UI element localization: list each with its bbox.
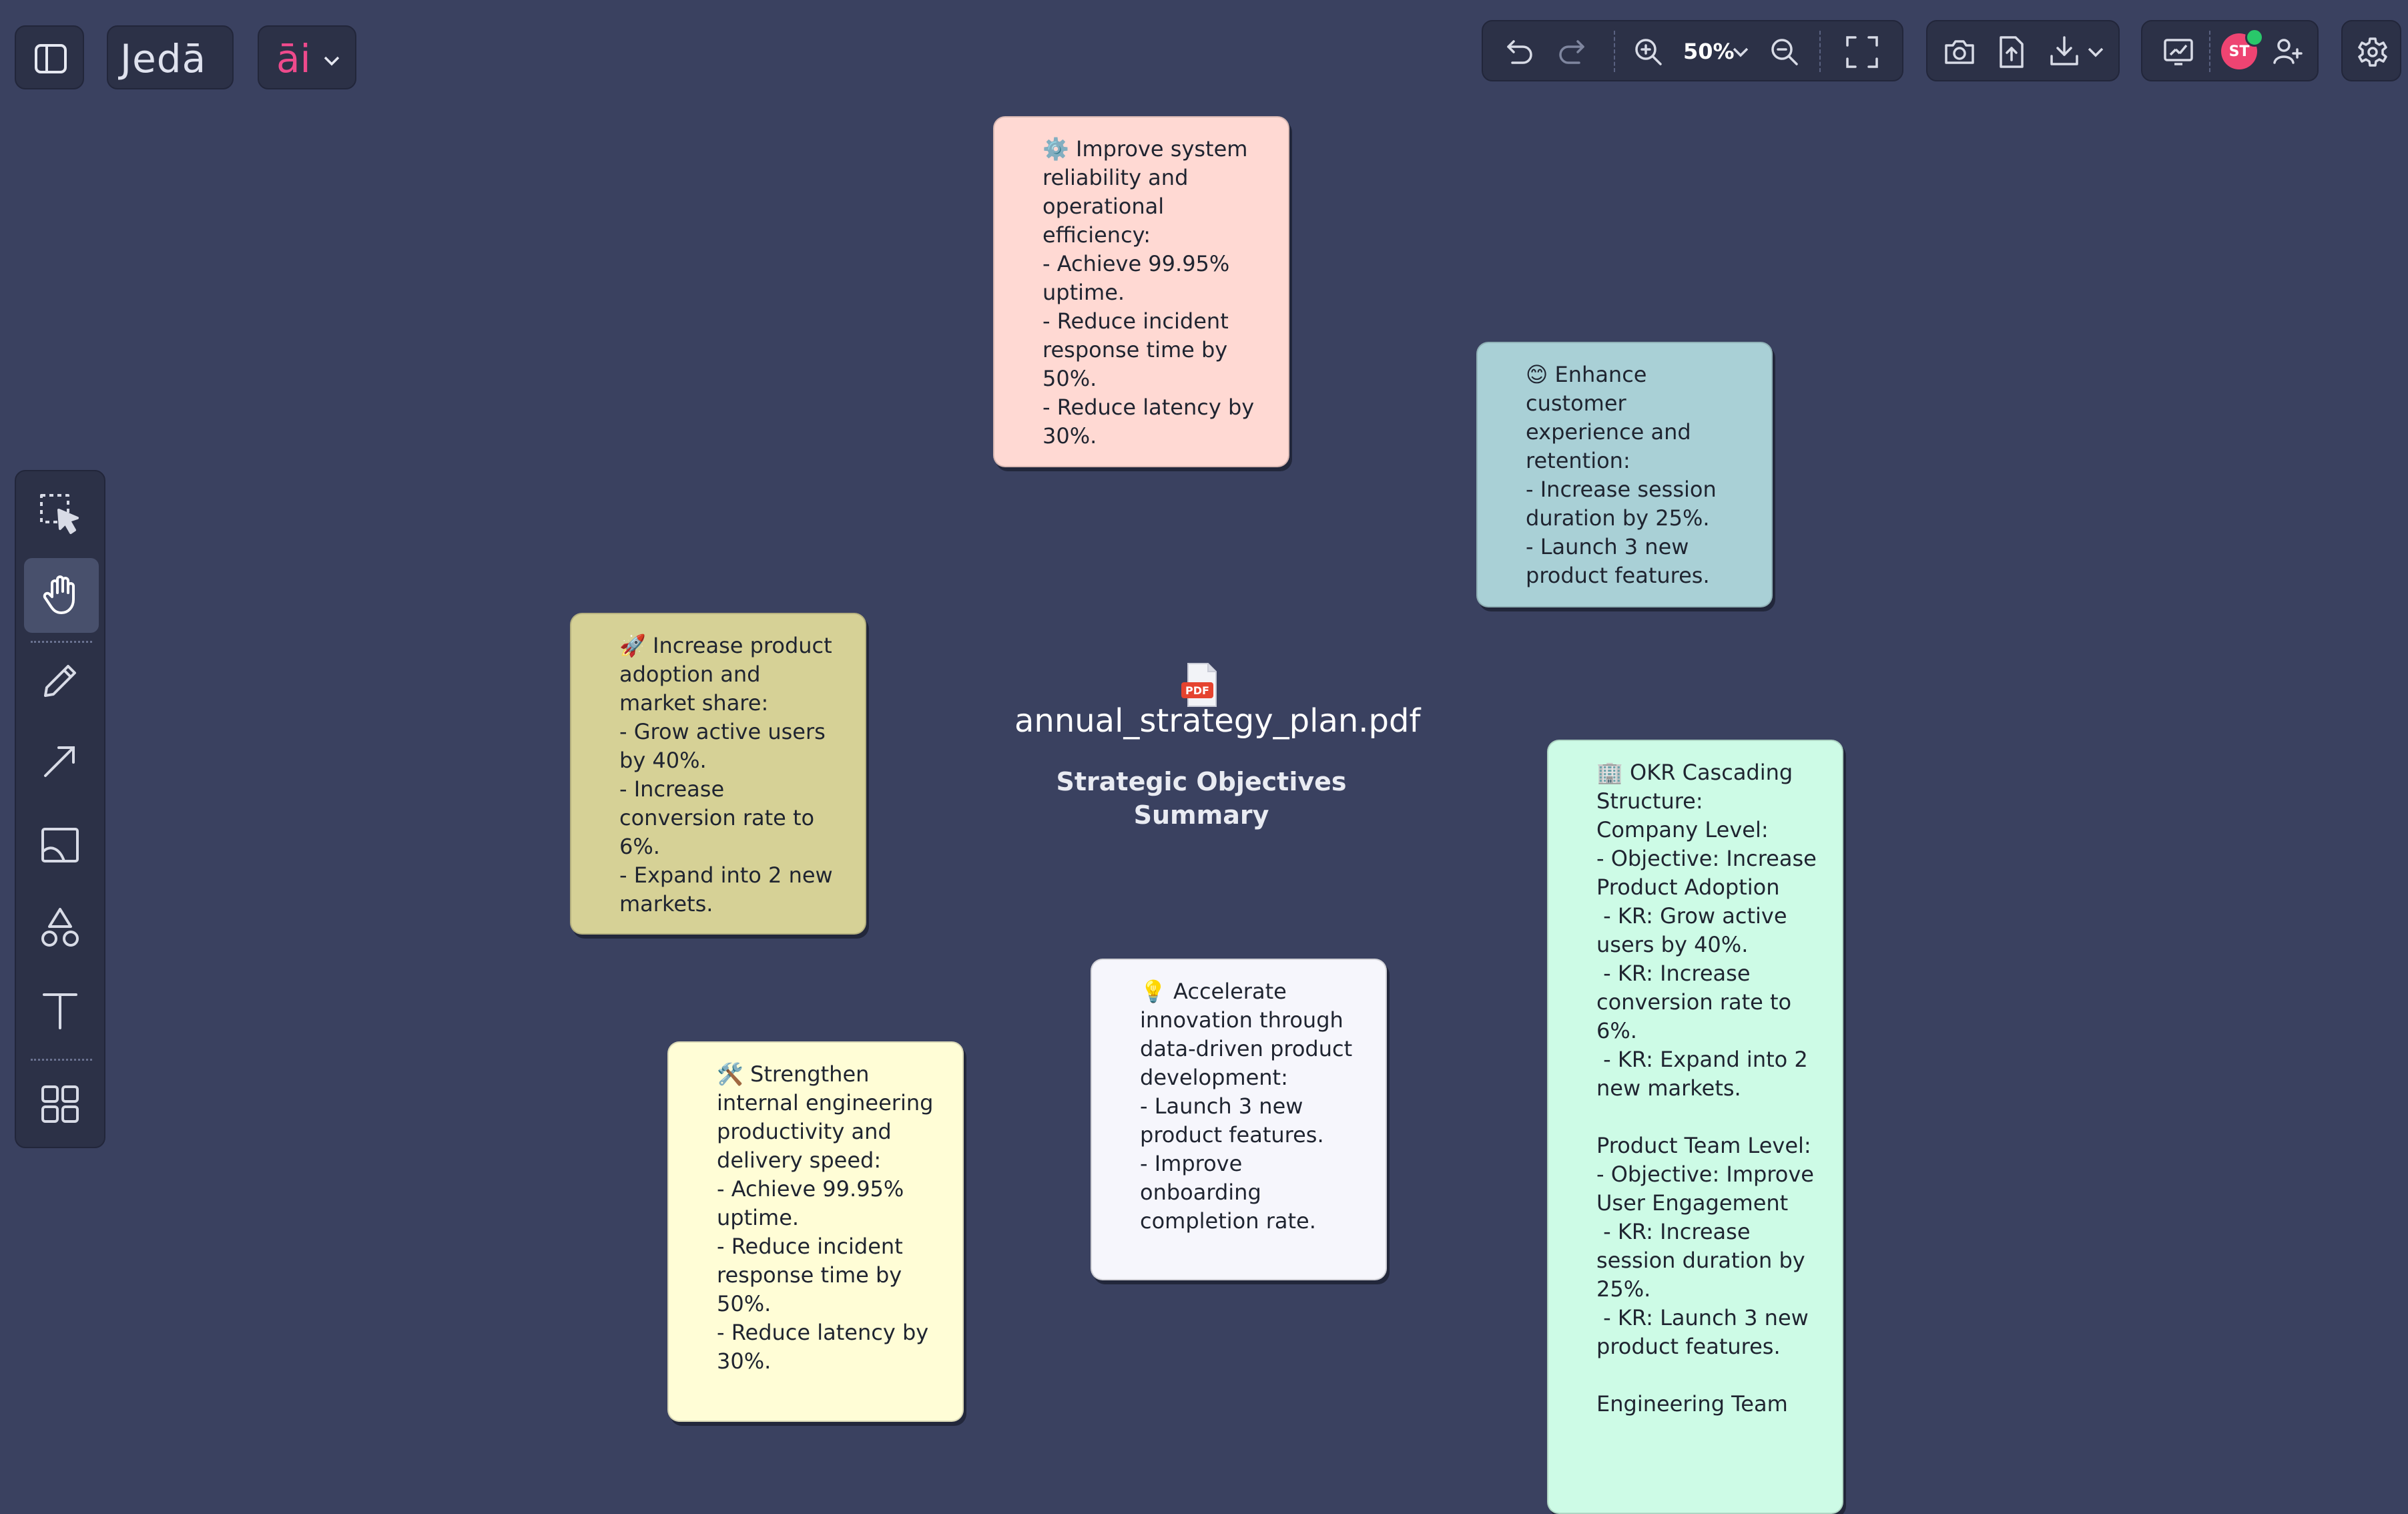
sticky-note[interactable]: 🏢 OKR Cascading Structure: Company Level… bbox=[1547, 740, 1843, 1514]
export-toolbar bbox=[1926, 20, 2120, 81]
text-icon[interactable] bbox=[37, 988, 83, 1033]
toolbar-divider bbox=[2209, 31, 2210, 72]
app-logo[interactable]: Jedā bbox=[107, 25, 234, 89]
ai-label: āi bbox=[276, 36, 311, 81]
sticky-note[interactable]: ⚙️ Improve system reliability and operat… bbox=[993, 116, 1289, 467]
select-icon[interactable] bbox=[36, 490, 84, 538]
zoom-in-icon[interactable] bbox=[1631, 35, 1666, 69]
sticky-note[interactable]: 🚀 Increase product adoption and market s… bbox=[570, 613, 866, 935]
present-icon[interactable] bbox=[2161, 35, 2196, 69]
settings-button[interactable] bbox=[2341, 20, 2401, 81]
palette-divider bbox=[31, 1059, 92, 1061]
sticky-note[interactable]: 🛠️ Strengthen internal engineering produ… bbox=[667, 1041, 964, 1422]
redo-icon[interactable] bbox=[1554, 35, 1588, 69]
avatar-initials: ST bbox=[2228, 43, 2250, 60]
file-name[interactable]: annual_strategy_plan.pdf bbox=[1014, 702, 1420, 740]
chevron-down-icon bbox=[320, 49, 343, 72]
arrow-icon[interactable] bbox=[37, 738, 83, 784]
sidebar-toggle-button[interactable] bbox=[15, 25, 84, 89]
zoom-out-icon[interactable] bbox=[1767, 35, 1802, 69]
sticky-note[interactable]: 😊 Enhance customer experience and retent… bbox=[1476, 342, 1773, 607]
zoom-level[interactable]: 50% bbox=[1683, 39, 1735, 64]
toolbar-divider bbox=[1614, 31, 1615, 72]
grid-icon[interactable] bbox=[37, 1081, 83, 1127]
file-subtitle: Strategic Objectives Summary bbox=[1056, 767, 1347, 830]
add-user-icon[interactable] bbox=[2269, 33, 2305, 69]
hand-tool-button[interactable] bbox=[24, 558, 99, 633]
view-toolbar: 50% bbox=[1482, 20, 1903, 81]
chevron-down-icon[interactable] bbox=[2085, 41, 2106, 63]
pdf-badge: PDF bbox=[1185, 684, 1209, 697]
toolbar-divider bbox=[1819, 31, 1821, 72]
camera-icon[interactable] bbox=[1942, 35, 1977, 69]
hand-icon bbox=[39, 571, 84, 617]
image-icon[interactable] bbox=[37, 822, 83, 868]
shapes-icon[interactable] bbox=[37, 905, 83, 951]
gear-icon bbox=[2355, 35, 2390, 69]
chevron-down-icon[interactable] bbox=[1730, 41, 1751, 63]
fit-screen-icon[interactable] bbox=[1843, 33, 1881, 71]
sidebar-toggle-icon bbox=[32, 40, 69, 77]
download-icon[interactable] bbox=[2046, 33, 2082, 69]
logo-text: Jedā bbox=[120, 36, 207, 81]
upload-icon[interactable] bbox=[1994, 33, 2029, 71]
palette-divider bbox=[31, 641, 92, 643]
sticky-note[interactable]: 💡 Accelerate innovation through data-dri… bbox=[1091, 959, 1387, 1280]
tool-palette bbox=[15, 470, 105, 1148]
online-status-dot bbox=[2245, 28, 2264, 47]
ai-menu-button[interactable]: āi bbox=[258, 25, 356, 89]
pencil-icon[interactable] bbox=[37, 658, 83, 704]
collab-toolbar: ST bbox=[2141, 20, 2319, 81]
undo-icon[interactable] bbox=[1503, 35, 1538, 69]
